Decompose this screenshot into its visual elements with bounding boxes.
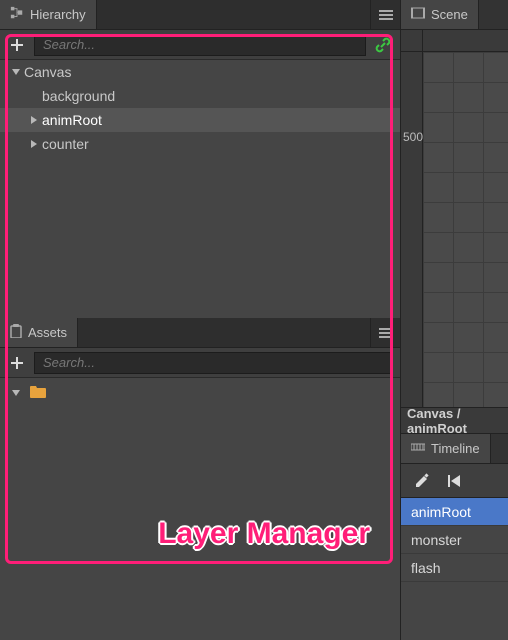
scene-ruler-vertical: 500 bbox=[401, 30, 423, 407]
chevron-down-icon[interactable] bbox=[10, 66, 22, 78]
edit-animation-button[interactable] bbox=[411, 470, 433, 492]
assets-tab-label: Assets bbox=[28, 325, 67, 340]
hierarchy-icon bbox=[10, 6, 24, 23]
hierarchy-tree[interactable]: Canvas background animRoot counter bbox=[0, 60, 400, 318]
skip-to-start-button[interactable] bbox=[443, 470, 465, 492]
tabbar-spacer bbox=[97, 0, 370, 29]
timeline-tab[interactable]: Timeline bbox=[401, 434, 491, 463]
hierarchy-toolbar bbox=[0, 30, 400, 60]
scene-tab-label: Scene bbox=[431, 7, 468, 22]
timeline-tab-label: Timeline bbox=[431, 441, 480, 456]
tree-row[interactable]: animRoot bbox=[0, 108, 400, 132]
tree-row[interactable]: counter bbox=[0, 132, 400, 156]
chevron-right-icon[interactable] bbox=[28, 114, 40, 126]
assets-tab[interactable]: Assets bbox=[0, 318, 78, 347]
tree-row[interactable]: Canvas bbox=[0, 60, 400, 84]
ruler-tick-label: 500 bbox=[403, 130, 423, 144]
assets-search-input[interactable] bbox=[34, 352, 392, 374]
scene-tab[interactable]: Scene bbox=[401, 0, 479, 29]
add-node-button[interactable] bbox=[8, 36, 26, 54]
timeline-row[interactable]: animRoot bbox=[401, 498, 508, 526]
timeline-node-list[interactable]: animRootmonsterflash bbox=[401, 498, 508, 640]
tree-row-label: animRoot bbox=[42, 112, 102, 128]
asset-folder-row[interactable] bbox=[10, 382, 400, 404]
tree-row[interactable]: background bbox=[0, 84, 400, 108]
tabbar-spacer bbox=[78, 318, 370, 347]
add-asset-button[interactable] bbox=[8, 354, 26, 372]
scene-breadcrumb[interactable]: Canvas / animRoot bbox=[401, 408, 508, 434]
hierarchy-menu-button[interactable] bbox=[370, 0, 400, 29]
timeline-tabbar: Timeline bbox=[401, 434, 508, 464]
timeline-toolbar bbox=[401, 464, 508, 498]
assets-menu-button[interactable] bbox=[370, 318, 400, 347]
hierarchy-tab[interactable]: Hierarchy bbox=[0, 0, 97, 29]
timeline-row[interactable]: flash bbox=[401, 554, 508, 582]
link-prefab-button[interactable] bbox=[374, 36, 392, 54]
assets-body[interactable] bbox=[0, 378, 400, 640]
hierarchy-search-input[interactable] bbox=[34, 34, 366, 56]
tree-row-label: counter bbox=[42, 136, 89, 152]
timeline-icon bbox=[411, 441, 425, 456]
breadcrumb-text: Canvas / animRoot bbox=[407, 406, 502, 436]
tree-row-label: Canvas bbox=[24, 64, 71, 80]
assets-tabbar: Assets bbox=[0, 318, 400, 348]
tree-row-label: background bbox=[42, 88, 115, 104]
hierarchy-tab-label: Hierarchy bbox=[30, 7, 86, 22]
scene-viewport[interactable]: 500 bbox=[401, 30, 508, 408]
ruler-corner bbox=[401, 30, 423, 52]
folder-icon bbox=[30, 385, 46, 401]
scene-icon bbox=[411, 7, 425, 22]
hierarchy-tabbar: Hierarchy bbox=[0, 0, 400, 30]
assets-toolbar bbox=[0, 348, 400, 378]
scene-grid bbox=[423, 52, 508, 407]
assets-icon bbox=[10, 324, 22, 341]
chevron-right-icon[interactable] bbox=[28, 138, 40, 150]
scene-tabbar: Scene bbox=[401, 0, 508, 30]
chevron-down-icon bbox=[10, 387, 22, 399]
timeline-row[interactable]: monster bbox=[401, 526, 508, 554]
